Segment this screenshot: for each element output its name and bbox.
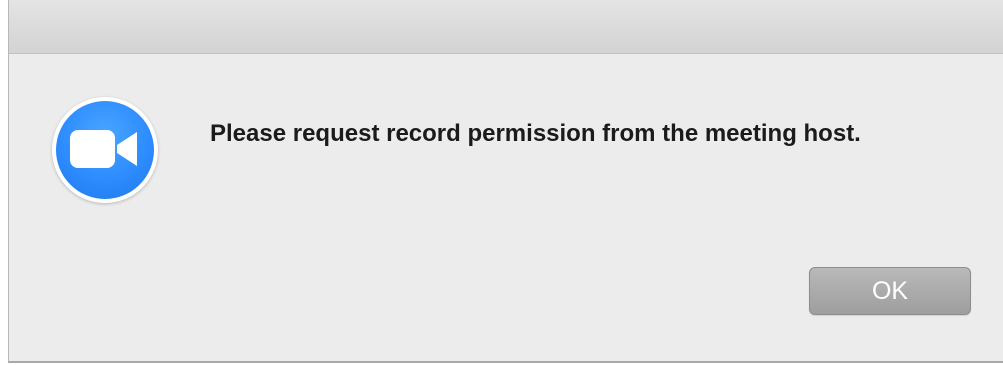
zoom-app-icon [52, 97, 158, 203]
dialog-titlebar[interactable] [9, 0, 1003, 54]
video-camera-icon [70, 130, 137, 168]
dialog-message: Please request record permission from th… [210, 120, 861, 147]
ok-button[interactable]: OK [809, 267, 971, 315]
permission-dialog: Please request record permission from th… [8, 0, 1003, 363]
